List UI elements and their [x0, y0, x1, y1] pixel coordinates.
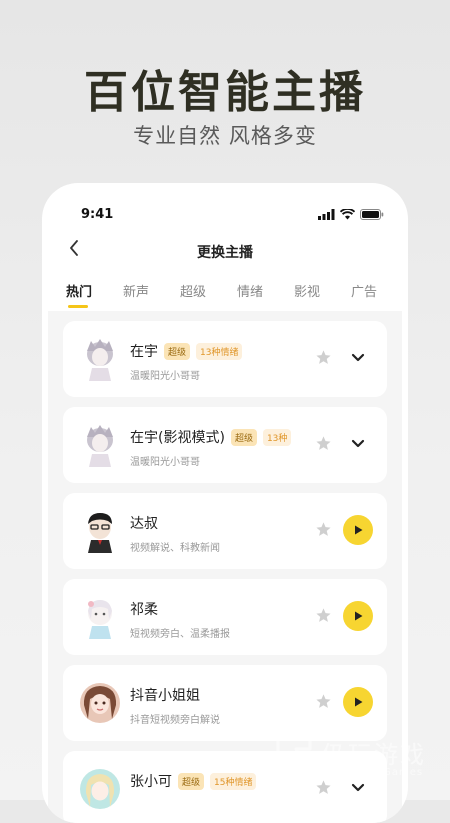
play-icon — [355, 611, 363, 621]
page-title: 更换主播 — [197, 245, 253, 261]
anchor-name-row: 在宇(影视模式) 超级 13种 — [130, 427, 310, 447]
anchor-name: 达叔 — [130, 516, 158, 532]
avatar — [79, 767, 121, 811]
avatar — [79, 681, 121, 725]
anchor-name: 张小可 — [130, 774, 172, 790]
anchor-card[interactable]: 抖音小姐姐 抖音短视频旁白解说 — [63, 665, 387, 741]
battery-icon — [360, 209, 384, 220]
star-icon[interactable] — [315, 349, 332, 366]
emotion-badge: 13种 — [262, 428, 292, 446]
avatar — [79, 509, 121, 553]
super-badge: 超级 — [178, 772, 205, 790]
anchor-description: 短视频旁白、温柔播报 — [130, 629, 230, 640]
tab-new-voice[interactable]: 新声 — [123, 281, 180, 307]
super-badge: 超级 — [164, 342, 191, 360]
phone-frame: 9:41 更换主播 热门 新声 超级 情绪 影视 广告 在宇 超级 13种情绪 … — [42, 183, 408, 823]
avatar — [79, 423, 121, 467]
watermark: 仍玩游戏 Rengwan Games — [272, 735, 442, 783]
anchor-card[interactable]: 在宇 超级 13种情绪 温暖阳光小哥哥 — [63, 321, 387, 397]
chevron-down-icon — [351, 783, 365, 792]
play-icon — [355, 525, 363, 535]
tab-ads[interactable]: 广告 — [351, 281, 408, 307]
play-button[interactable] — [343, 515, 373, 545]
star-icon[interactable] — [315, 521, 332, 538]
super-badge: 超级 — [230, 428, 257, 446]
anchor-card[interactable]: 达叔 视频解说、科教新闻 — [63, 493, 387, 569]
play-icon — [355, 697, 363, 707]
expand-button[interactable] — [343, 429, 373, 459]
status-time: 9:41 — [81, 207, 114, 222]
star-icon[interactable] — [315, 435, 332, 452]
anchor-name-row: 达叔 — [130, 513, 310, 533]
anchor-name: 在宇(影视模式) — [130, 430, 225, 446]
tab-emotion[interactable]: 情绪 — [237, 281, 294, 307]
anchor-name-row: 在宇 超级 13种情绪 — [130, 341, 310, 361]
play-button[interactable] — [343, 687, 373, 717]
signal-icon — [318, 209, 335, 220]
wifi-icon — [340, 209, 355, 220]
avatar — [79, 337, 121, 381]
emotion-badge: 13种情绪 — [196, 342, 243, 360]
anchor-description: 温暖阳光小哥哥 — [130, 457, 200, 468]
nav-bar: 更换主播 — [42, 239, 408, 263]
avatar — [79, 595, 121, 639]
tab-hot[interactable]: 热门 — [66, 281, 123, 308]
tab-super[interactable]: 超级 — [180, 281, 237, 307]
emotion-badge: 15种情绪 — [210, 772, 257, 790]
play-button[interactable] — [343, 601, 373, 631]
anchor-name-row: 祁柔 — [130, 599, 310, 619]
status-bar: 9:41 — [42, 207, 408, 227]
chevron-down-icon — [351, 439, 365, 448]
anchor-name: 抖音小姐姐 — [130, 688, 200, 704]
tab-film[interactable]: 影视 — [294, 281, 351, 307]
watermark-logo-icon — [276, 737, 312, 777]
star-icon[interactable] — [315, 607, 332, 624]
chevron-down-icon — [351, 353, 365, 362]
watermark-subtext: Rengwan Games — [326, 767, 424, 778]
hero-title: 百位智能主播 — [84, 67, 366, 118]
anchor-name: 在宇 — [130, 344, 158, 360]
anchor-card[interactable]: 祁柔 短视频旁白、温柔播报 — [63, 579, 387, 655]
watermark-text: 仍玩游戏 — [322, 741, 426, 769]
expand-button[interactable] — [343, 343, 373, 373]
hero-subtitle: 专业自然 风格多变 — [133, 124, 317, 148]
star-icon[interactable] — [315, 693, 332, 710]
anchor-description: 抖音短视频旁白解说 — [130, 715, 220, 726]
anchor-name: 祁柔 — [130, 602, 158, 618]
anchor-description: 温暖阳光小哥哥 — [130, 371, 200, 382]
status-icons — [318, 209, 384, 220]
anchor-name-row: 抖音小姐姐 — [130, 685, 310, 705]
category-tabs: 热门 新声 超级 情绪 影视 广告 — [66, 281, 408, 308]
anchor-card[interactable]: 在宇(影视模式) 超级 13种 温暖阳光小哥哥 — [63, 407, 387, 483]
anchor-description: 视频解说、科教新闻 — [130, 543, 220, 554]
